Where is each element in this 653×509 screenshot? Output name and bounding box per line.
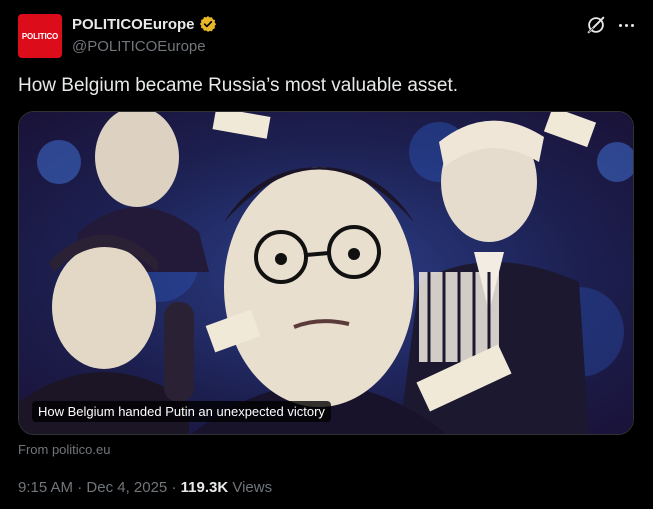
views-count: 119.3K [180,479,229,496]
meta-separator: · [167,479,181,496]
dot [624,23,628,27]
illustration-image [19,112,633,434]
tweet-time[interactable]: 9:15 AM [18,479,73,496]
meta-separator: · [73,479,87,496]
avatar[interactable]: POLITICO [18,14,62,58]
verified-badge-icon [199,16,216,32]
dot [618,23,622,27]
avatar-logo-text: POLITICO [21,31,59,41]
author-name-row: POLITICOEurope [72,15,217,33]
card-source-link[interactable]: From politico.eu [18,442,110,457]
grok-icon[interactable] [585,14,607,36]
card-title-caption: How Belgium handed Putin an unexpected v… [32,401,331,422]
tweet-date[interactable]: Dec 4, 2025 [86,479,167,496]
link-card-image[interactable]: How Belgium handed Putin an unexpected v… [18,111,634,435]
more-options-icon[interactable] [614,13,638,37]
tweet-text: How Belgium became Russia’s most valuabl… [18,75,459,96]
dot [630,23,634,27]
author-handle[interactable]: @POLITICOEurope [72,38,206,55]
tweet-meta: 9:15 AM · Dec 4, 2025 · 119.3K Views [18,479,272,496]
display-name[interactable]: POLITICOEurope [72,16,195,33]
views-label: Views [228,479,273,496]
